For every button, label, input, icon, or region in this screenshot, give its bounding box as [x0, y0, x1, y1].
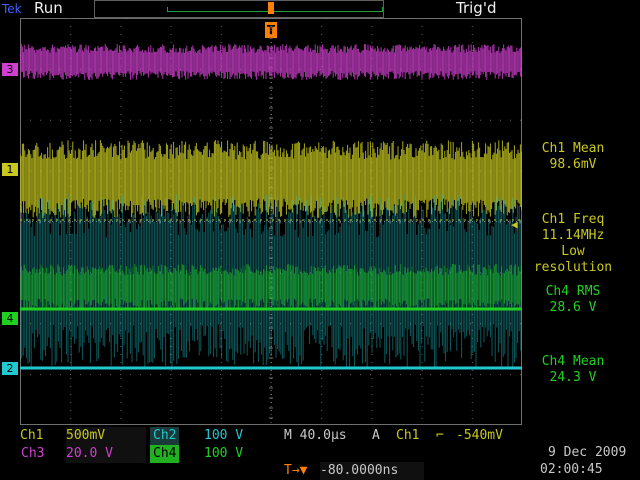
trigger-level-arrow-icon: ◀: [511, 218, 518, 231]
tek-logo: Tek: [2, 0, 22, 17]
measurement-line: 98.6mV: [549, 157, 597, 172]
trigger-top-marker-icon: [268, 2, 274, 14]
status-bar: Ch1 500mV Ch2 100 V M 40.0µs A Ch1 ⌐ -54…: [0, 426, 640, 480]
channel-4-marker[interactable]: 4: [2, 312, 18, 325]
time: 02:00:45: [540, 462, 603, 477]
ch4-scale[interactable]: 100 V: [204, 445, 276, 463]
trigger-mode: A: [372, 428, 380, 443]
trigger-source[interactable]: Ch1: [396, 427, 419, 445]
ch3-label[interactable]: Ch3: [18, 445, 47, 463]
trigger-slope-icon: ⌐: [436, 428, 444, 443]
run-status: Run: [34, 0, 63, 17]
ch3-trace: [20, 44, 522, 80]
measurement-readout: Ch4 RMS 28.6 V: [518, 284, 628, 316]
record-window: [167, 7, 383, 12]
measurement-line: Ch4 Mean: [541, 354, 605, 369]
measurement-line: Low: [561, 244, 585, 259]
ch1-label[interactable]: Ch1: [20, 427, 43, 445]
measurement-line: Ch1 Mean: [541, 141, 605, 156]
ch2-label[interactable]: Ch2: [150, 427, 180, 445]
measurement-line: resolution: [533, 260, 613, 275]
measurement-line: 28.6 V: [549, 300, 597, 315]
trigger-level[interactable]: -540mV: [456, 427, 503, 445]
measurement-readout: Ch1 Freq 11.14MHz Low resolution: [518, 212, 628, 276]
timebase[interactable]: M 40.0µs: [284, 427, 347, 445]
ch2-scale[interactable]: 100 V: [204, 427, 276, 445]
measurement-line: 11.14MHz: [541, 228, 605, 243]
channel-2-marker[interactable]: 2: [2, 362, 18, 375]
logo-text: Tek: [2, 2, 22, 16]
ch3-scale[interactable]: 20.0 V: [66, 445, 146, 463]
trigger-position-icon: T→▼: [284, 463, 308, 478]
trigger-status: Trig'd: [456, 0, 497, 17]
measurement-line: Ch1 Freq: [541, 212, 605, 227]
record-view-bar: [94, 0, 384, 18]
channel-3-marker[interactable]: 3: [2, 63, 18, 76]
measurement-line: Ch4 RMS: [545, 284, 601, 299]
trigger-position-value[interactable]: -80.0000ns: [320, 462, 424, 480]
measurement-readout: Ch1 Mean 98.6mV: [518, 141, 628, 173]
ch4-label[interactable]: Ch4: [150, 445, 180, 463]
date: 9 Dec 2009: [548, 445, 627, 460]
waveform-display: [20, 18, 522, 425]
ch1-scale[interactable]: 500mV: [66, 427, 146, 445]
channel-1-marker[interactable]: 1: [2, 163, 18, 176]
measurement-line: 24.3 V: [549, 370, 597, 385]
measurement-readout: Ch4 Mean 24.3 V: [518, 354, 628, 386]
waveform-traces: [20, 44, 522, 370]
